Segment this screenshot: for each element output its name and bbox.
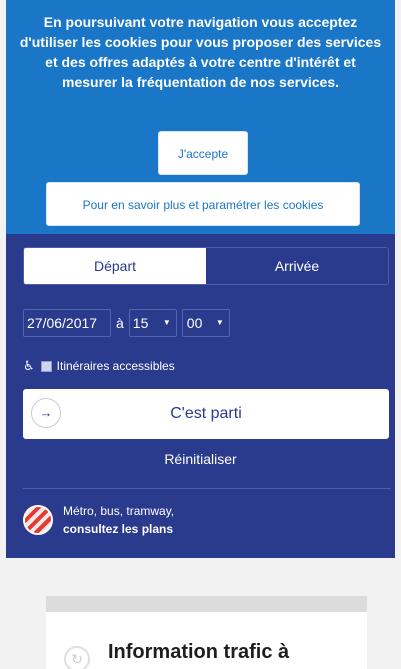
plans-link[interactable]: Métro, bus, tramway, consultez les plans [23, 502, 174, 538]
traffic-card-title: Information trafic à [108, 641, 290, 663]
arrow-right-icon: → [31, 398, 61, 428]
hour-value: 15 [132, 315, 149, 331]
chevron-down-icon: ▼ [162, 318, 171, 327]
minute-value: 00 [186, 315, 203, 331]
tab-depart[interactable]: Départ [24, 248, 206, 284]
submit-label: C'est parti [170, 405, 242, 422]
time-separator: à [116, 315, 124, 331]
date-input[interactable]: 27/06/2017 [23, 309, 111, 337]
accessibility-checkbox[interactable] [40, 360, 52, 372]
traffic-card: ↻ Information trafic à [46, 612, 367, 669]
plans-line-2: consultez les plans [63, 522, 174, 536]
plans-line-1: Métro, bus, tramway, [63, 504, 175, 518]
page: En poursuivant votre navigation vous acc… [0, 0, 401, 669]
content-area: ↻ Information trafic à [6, 558, 395, 669]
cookie-message: En poursuivant votre navigation vous acc… [19, 14, 382, 90]
reset-button[interactable]: Réinitialiser [6, 451, 395, 467]
plans-text: Métro, bus, tramway, consultez les plans [63, 502, 174, 538]
minute-select[interactable]: 00 ▼ [181, 309, 230, 337]
accept-cookies-button[interactable]: J'accepte [158, 131, 248, 175]
refresh-icon[interactable]: ↻ [64, 646, 90, 669]
hour-select[interactable]: 15 ▼ [128, 309, 177, 337]
cookie-settings-button[interactable]: Pour en savoir plus et paramétrer les co… [46, 182, 360, 226]
divider [23, 488, 391, 489]
tab-arrivee[interactable]: Arrivée [206, 248, 388, 284]
cookie-banner: En poursuivant votre navigation vous acc… [6, 0, 395, 234]
journey-tabs: Départ Arrivée [23, 247, 389, 285]
chevron-down-icon: ▼ [215, 318, 224, 327]
accessibility-option[interactable]: ♿ Itinéraires accessibles [23, 358, 175, 374]
plans-icon [23, 505, 53, 535]
accessibility-label: Itinéraires accessibles [56, 359, 175, 373]
journey-panel: Départ Arrivée 27/06/2017 à 15 ▼ 00 ▼ ♿ … [6, 234, 395, 558]
submit-journey-button[interactable]: → C'est parti [23, 389, 389, 439]
date-time-row: 27/06/2017 à 15 ▼ 00 ▼ [23, 309, 230, 337]
card-header-bar [46, 596, 367, 612]
wheelchair-icon: ♿ [23, 358, 35, 373]
